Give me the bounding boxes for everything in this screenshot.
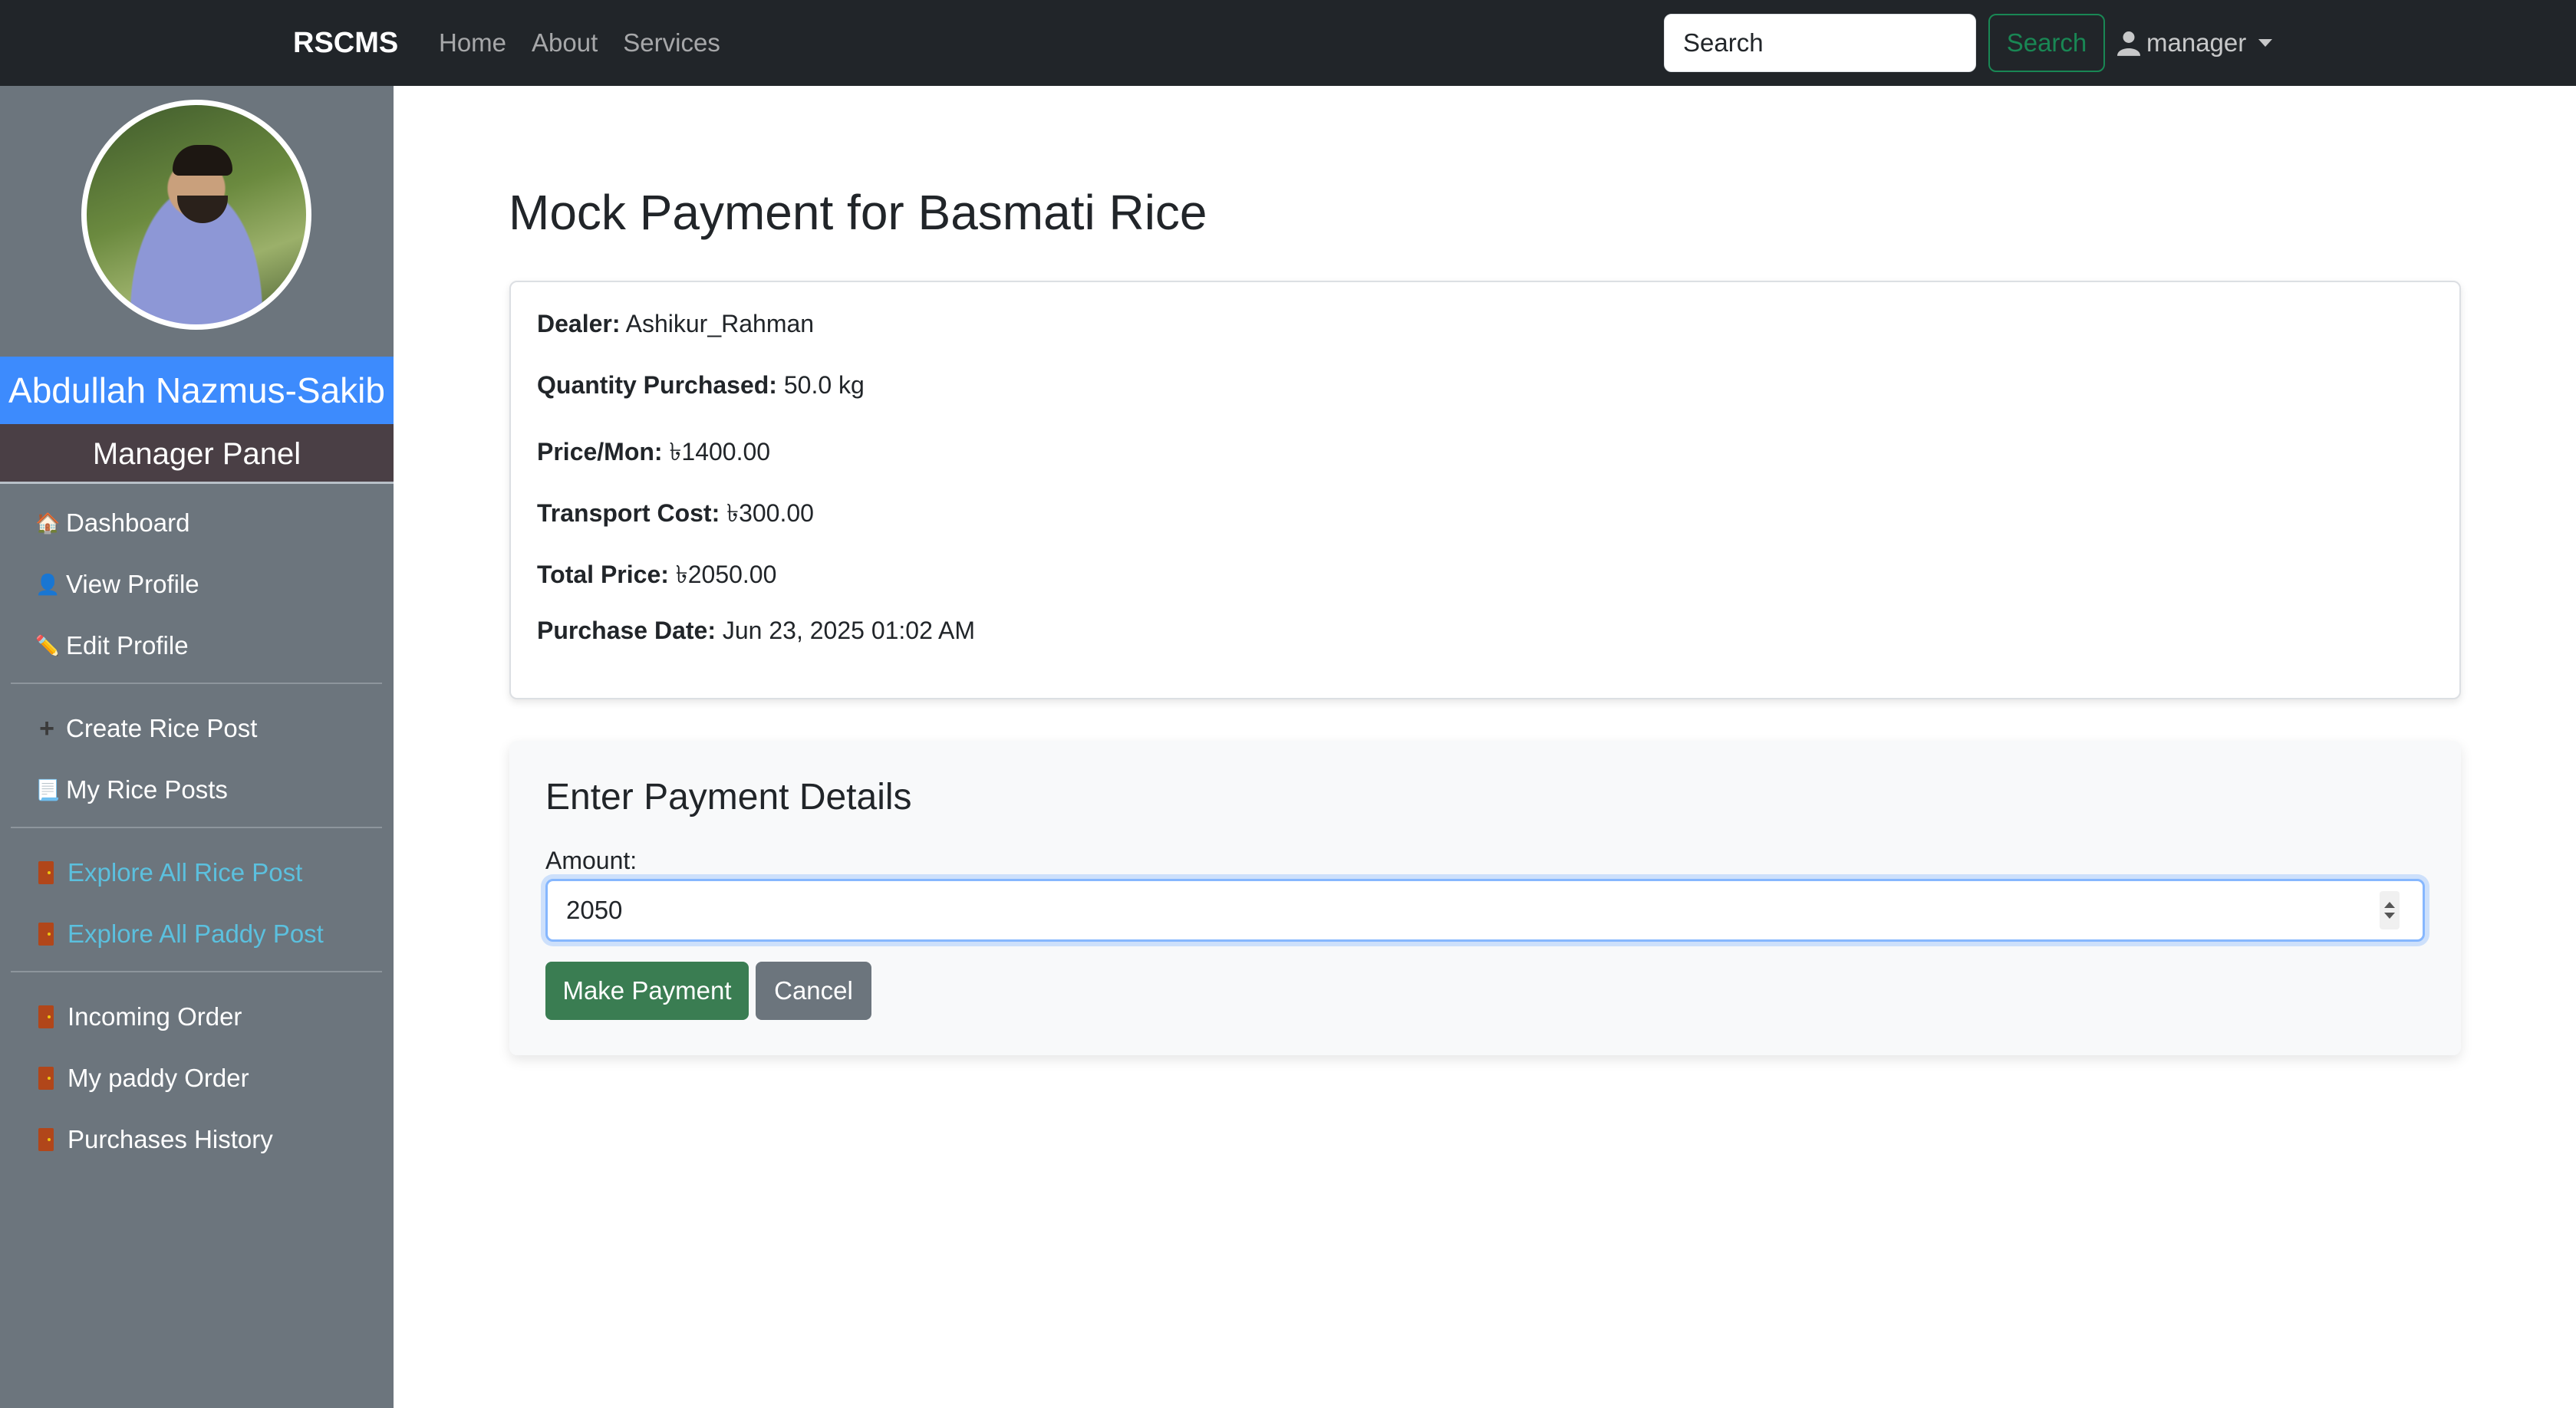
sidebar-item-label: My paddy Order: [68, 1064, 249, 1092]
detail-transport: Transport Cost: ৳300.00: [537, 494, 814, 535]
sidebar-item-purchases-history[interactable]: Purchases History: [11, 1109, 382, 1170]
document-icon: 📃: [35, 778, 61, 801]
nav-link-about[interactable]: About: [532, 28, 598, 58]
detail-value: ৳300.00: [726, 499, 814, 527]
detail-label: Total Price:: [537, 561, 669, 588]
sidebar-item-create-rice-post[interactable]: + Create Rice Post: [11, 698, 382, 759]
sidebar-item-explore-paddy[interactable]: Explore All Paddy Post: [11, 903, 382, 965]
user-dropdown[interactable]: manager: [2117, 0, 2273, 86]
page-title: Mock Payment for Basmati Rice: [509, 185, 1207, 240]
make-payment-button[interactable]: Make Payment: [545, 962, 749, 1020]
detail-dealer: Dealer: Ashikur_Rahman: [537, 310, 814, 338]
detail-label: Purchase Date:: [537, 617, 716, 644]
sidebar-item-explore-rice[interactable]: Explore All Rice Post: [11, 842, 382, 903]
door-icon: [38, 1128, 54, 1151]
door-icon: [38, 1067, 54, 1090]
sidebar-item-incoming-order[interactable]: Incoming Order: [11, 986, 382, 1048]
door-icon: [38, 923, 54, 946]
user-dropdown-label: manager: [2146, 28, 2247, 57]
sidebar: Abdullah Nazmus-Sakib Manager Panel 🏠 Da…: [0, 86, 394, 1408]
detail-value: Ashikur_Rahman: [625, 310, 815, 337]
chevron-down-icon: [2258, 39, 2273, 47]
detail-value: Jun 23, 2025 01:02 AM: [722, 617, 976, 644]
avatar-beard: [177, 196, 228, 223]
sidebar-item-view-profile[interactable]: 👤 View Profile: [11, 554, 382, 615]
detail-value: 50.0 kg: [783, 371, 865, 399]
detail-label: Price/Mon:: [537, 438, 663, 465]
sidebar-item-label: Explore All Rice Post: [68, 858, 303, 887]
sidebar-user-name: Abdullah Nazmus-Sakib: [0, 357, 394, 424]
detail-label: Transport Cost:: [537, 499, 720, 527]
sidebar-item-label: Incoming Order: [68, 1002, 242, 1031]
stepper-down-icon[interactable]: [2384, 913, 2395, 919]
detail-total: Total Price: ৳2050.00: [537, 555, 776, 597]
detail-label: Dealer:: [537, 310, 621, 337]
amount-input[interactable]: [545, 879, 2425, 942]
sidebar-item-label: Dashboard: [66, 508, 190, 537]
sidebar-item-label: My Rice Posts: [66, 775, 228, 804]
search-button[interactable]: Search: [1988, 14, 2105, 72]
avatar: [81, 100, 311, 330]
detail-date: Purchase Date: Jun 23, 2025 01:02 AM: [537, 617, 975, 645]
sidebar-item-dashboard[interactable]: 🏠 Dashboard: [11, 492, 382, 554]
sidebar-item-label: Edit Profile: [66, 631, 189, 660]
sidebar-item-edit-profile[interactable]: ✏️ Edit Profile: [11, 615, 382, 676]
door-icon: [38, 861, 54, 884]
nav-link-home[interactable]: Home: [439, 28, 506, 58]
detail-value: ৳1400.00: [669, 438, 771, 465]
order-details-card: Dealer: Ashikur_Rahman Quantity Purchase…: [509, 281, 2461, 699]
stepper-up-icon[interactable]: [2384, 902, 2395, 908]
sidebar-item-my-paddy-order[interactable]: My paddy Order: [11, 1048, 382, 1109]
cancel-button[interactable]: Cancel: [756, 962, 871, 1020]
search-input[interactable]: [1664, 14, 1976, 72]
detail-price: Price/Mon: ৳1400.00: [537, 433, 770, 474]
payment-form-title: Enter Payment Details: [545, 777, 912, 817]
detail-label: Quantity Purchased:: [537, 371, 777, 399]
user-icon: 👤: [35, 572, 61, 596]
plus-icon: +: [39, 713, 54, 743]
sidebar-menu: 🏠 Dashboard 👤 View Profile ✏️ Edit Profi…: [11, 492, 382, 1170]
avatar-hair: [173, 145, 232, 176]
sidebar-item-label: View Profile: [66, 570, 199, 598]
brand-logo[interactable]: RSCMS: [293, 0, 398, 86]
amount-label: Amount:: [545, 847, 637, 874]
menu-divider: [11, 683, 382, 684]
top-navbar: RSCMS Home About Services Search manager: [0, 0, 2576, 86]
nav-links: Home About Services: [439, 0, 746, 86]
menu-divider: [11, 827, 382, 828]
sidebar-item-label: Create Rice Post: [66, 714, 258, 742]
detail-quantity: Quantity Purchased: 50.0 kg: [537, 371, 865, 400]
door-icon: [38, 1005, 54, 1028]
nav-link-services[interactable]: Services: [623, 28, 720, 58]
user-icon: [2117, 31, 2140, 56]
sidebar-panel-title: Manager Panel: [0, 424, 394, 484]
detail-value: ৳2050.00: [675, 561, 777, 588]
payment-form-card: Enter Payment Details Amount: Make Payme…: [509, 741, 2461, 1055]
menu-divider: [11, 971, 382, 972]
house-icon: 🏠: [35, 511, 61, 535]
pencil-icon: ✏️: [35, 633, 61, 657]
sidebar-item-my-rice-posts[interactable]: 📃 My Rice Posts: [11, 759, 382, 821]
sidebar-item-label: Explore All Paddy Post: [68, 919, 324, 948]
sidebar-item-label: Purchases History: [68, 1125, 273, 1153]
amount-stepper[interactable]: [2380, 891, 2400, 929]
